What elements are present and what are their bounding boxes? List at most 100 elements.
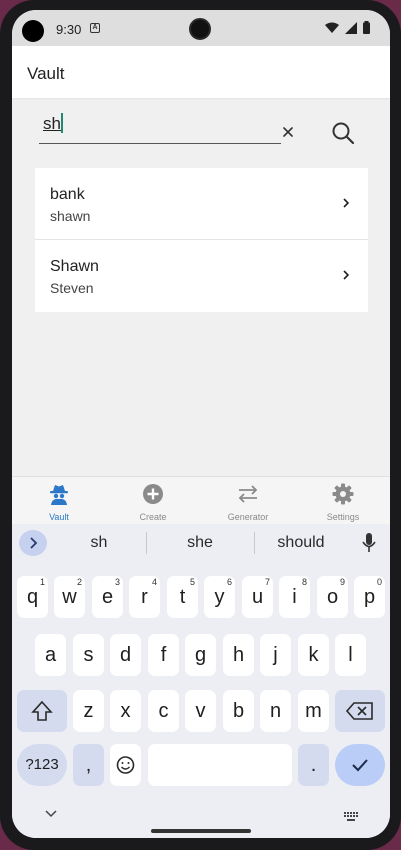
- enter-button[interactable]: [335, 744, 385, 786]
- key-label: d: [119, 644, 132, 666]
- item-title: Shawn: [50, 258, 99, 275]
- search-icon[interactable]: [330, 120, 356, 146]
- key-label: g: [194, 644, 207, 666]
- keyboard-menu-button[interactable]: [19, 530, 47, 556]
- key-number: 5: [189, 577, 195, 587]
- tab-settings[interactable]: Settings: [296, 477, 390, 525]
- text-caret: [61, 113, 63, 133]
- wifi-icon: [325, 22, 339, 33]
- tab-vault[interactable]: Vault: [12, 477, 106, 525]
- key-label: k: [308, 644, 319, 666]
- suggestion[interactable]: she: [162, 534, 238, 552]
- key[interactable]: v: [185, 690, 216, 732]
- key-label: b: [232, 700, 245, 722]
- key[interactable]: i8: [279, 576, 310, 618]
- key-label: r: [141, 586, 148, 608]
- key-label: a: [44, 644, 57, 666]
- period-key[interactable]: .: [298, 744, 329, 786]
- page-title: Vault: [27, 64, 65, 83]
- chevron-right-icon: [343, 270, 350, 280]
- checkmark-icon: [352, 759, 368, 772]
- microphone-icon[interactable]: [361, 532, 377, 554]
- key[interactable]: y6: [204, 576, 235, 618]
- key[interactable]: k: [298, 634, 329, 676]
- key-label: ?123: [25, 756, 59, 773]
- tab-label: Generator: [227, 512, 269, 522]
- tab-label: Vault: [49, 512, 69, 522]
- swap-arrows-icon: [238, 485, 258, 503]
- tab-create[interactable]: Create: [106, 477, 200, 525]
- key-label: n: [269, 700, 282, 722]
- key[interactable]: m: [298, 690, 329, 732]
- shift-button[interactable]: [17, 690, 67, 732]
- divider: [254, 532, 255, 554]
- key-label: .: [310, 754, 317, 776]
- key[interactable]: r4: [129, 576, 160, 618]
- key[interactable]: s: [73, 634, 104, 676]
- key[interactable]: q1: [17, 576, 48, 618]
- key[interactable]: l: [335, 634, 366, 676]
- key[interactable]: e3: [92, 576, 123, 618]
- key[interactable]: w2: [54, 576, 85, 618]
- key-number: 7: [264, 577, 270, 587]
- key-number: 1: [39, 577, 45, 587]
- key[interactable]: c: [148, 690, 179, 732]
- key-label: y: [214, 586, 225, 608]
- key-label: e: [101, 586, 114, 608]
- key[interactable]: o9: [317, 576, 348, 618]
- key[interactable]: b: [223, 690, 254, 732]
- backspace-icon: [345, 702, 373, 720]
- tab-label: Create: [139, 512, 167, 522]
- key-label: h: [232, 644, 245, 666]
- key[interactable]: z: [73, 690, 104, 732]
- key[interactable]: g: [185, 634, 216, 676]
- key-label: v: [195, 700, 206, 722]
- comma-key[interactable]: ,: [73, 744, 104, 786]
- chevron-right-icon: [343, 198, 350, 208]
- divider: [146, 532, 147, 554]
- key[interactable]: d: [110, 634, 141, 676]
- status-icons: [325, 21, 370, 34]
- key-label: w: [62, 586, 77, 608]
- key-label: ,: [85, 754, 92, 776]
- suggestion[interactable]: sh: [67, 534, 131, 552]
- key[interactable]: u7: [242, 576, 273, 618]
- key[interactable]: n: [260, 690, 291, 732]
- key-number: 0: [376, 577, 382, 587]
- item-subtitle: shawn: [50, 208, 91, 224]
- home-indicator[interactable]: [151, 829, 251, 833]
- status-time: 9:30: [56, 22, 82, 37]
- key-label: u: [251, 586, 264, 608]
- key-label: i: [292, 586, 297, 608]
- key[interactable]: h: [223, 634, 254, 676]
- symbols-button[interactable]: ?123: [17, 744, 67, 786]
- spacebar[interactable]: [148, 744, 292, 786]
- key[interactable]: a: [35, 634, 66, 676]
- bottom-navigation: Vault Create Generator Settings: [12, 476, 390, 524]
- key[interactable]: x: [110, 690, 141, 732]
- key[interactable]: f: [148, 634, 179, 676]
- spy-icon: [50, 485, 68, 505]
- list-item[interactable]: Shawn Steven: [35, 240, 368, 312]
- key[interactable]: j: [260, 634, 291, 676]
- list-item[interactable]: bank shawn: [35, 168, 368, 240]
- notification-dot-icon: [22, 20, 44, 42]
- key[interactable]: p0: [354, 576, 385, 618]
- key-label: l: [348, 644, 353, 666]
- keyboard-icon[interactable]: [344, 812, 358, 822]
- search-field[interactable]: [39, 108, 281, 144]
- key-number: 9: [339, 577, 345, 587]
- key[interactable]: t5: [167, 576, 198, 618]
- app-bar: Vault: [12, 46, 390, 98]
- chevron-down-icon[interactable]: [45, 810, 57, 818]
- key-number: 3: [114, 577, 120, 587]
- search-input[interactable]: [43, 112, 253, 136]
- suggestion[interactable]: should: [264, 534, 338, 552]
- emoji-icon: [116, 756, 135, 774]
- emoji-button[interactable]: [110, 744, 141, 786]
- signal-icon: [345, 21, 357, 34]
- tab-generator[interactable]: Generator: [201, 477, 295, 525]
- clear-icon[interactable]: [280, 124, 296, 140]
- phone-screen: 9:30 A Vault bank shawn Shawn Steven: [12, 10, 390, 838]
- backspace-button[interactable]: [335, 690, 385, 732]
